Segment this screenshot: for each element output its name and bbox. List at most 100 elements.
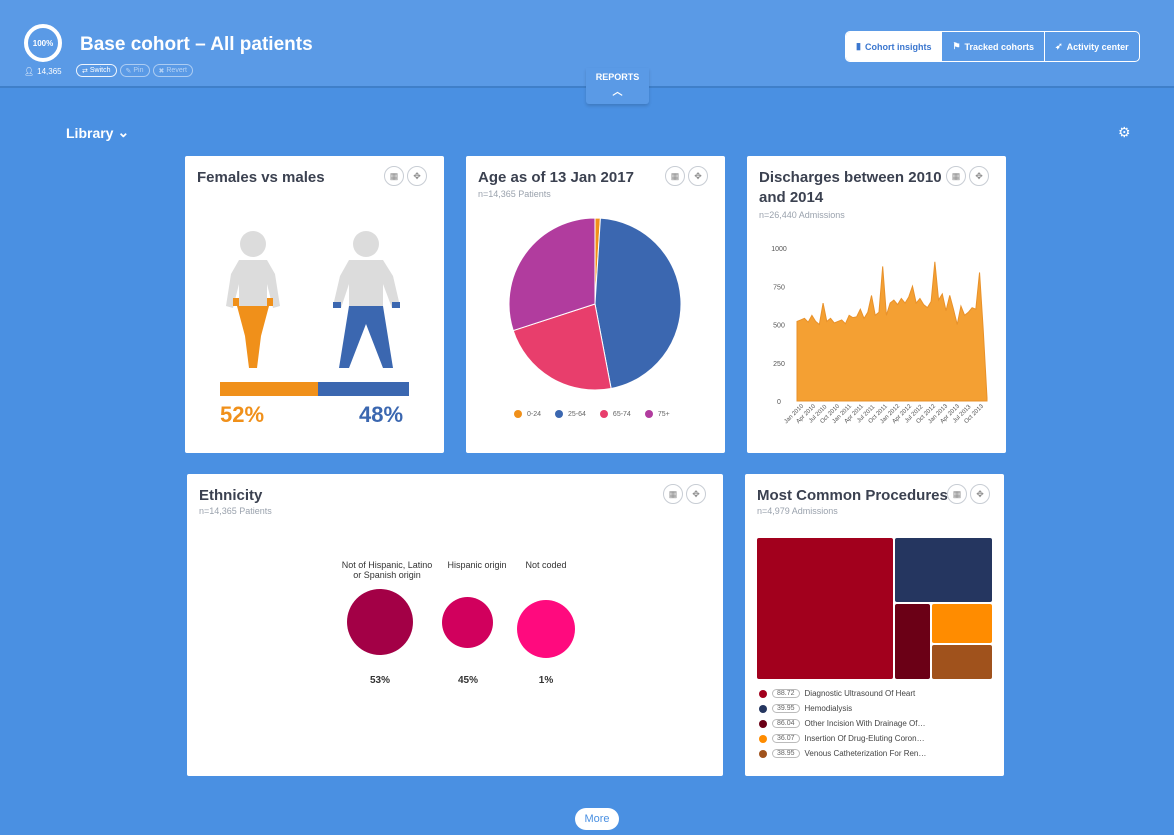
legend-dot	[514, 410, 522, 418]
card-discharges: Discharges between 2010 and 2014 n=26,44…	[747, 156, 1006, 453]
age-pie-chart	[508, 217, 682, 391]
revert-label: Revert	[166, 67, 187, 74]
y-tick-label: 0	[777, 399, 781, 406]
ethnicity-label: Not coded	[511, 560, 581, 570]
tab-activity-center[interactable]: ➶ Activity center	[1044, 32, 1139, 61]
treemap-cell[interactable]	[757, 538, 893, 679]
treemap-cell[interactable]	[932, 645, 992, 679]
ethnicity-label-line1: Hispanic origin	[447, 560, 507, 570]
legend-dot	[555, 410, 564, 418]
legend-dot	[759, 749, 767, 758]
card-procedures: Most Common Procedures n=4,979 Admission…	[745, 474, 1004, 776]
procedures-legend: 88.72 Diagnostic Ultrasound Of Heart 39.9…	[759, 686, 926, 761]
chevron-up-icon: ︿	[612, 87, 623, 98]
legend-item[interactable]: 86.04 Other Incision With Drainage Of…	[759, 716, 926, 731]
rocket-icon: ➶	[1055, 41, 1063, 51]
card-actions: ▦ ✥	[663, 484, 706, 504]
ethnicity-label-line1: Not coded	[525, 560, 567, 570]
legend-item[interactable]: 88.72 Diagnostic Ultrasound Of Heart	[759, 686, 926, 701]
legend-item[interactable]: 65-74	[599, 410, 631, 418]
patient-count: 👤︎ 14,365	[24, 67, 62, 76]
legend-item[interactable]: 39.95 Hemodialysis	[759, 701, 926, 716]
legend-item[interactable]: 25-64	[555, 410, 586, 418]
reports-label: REPORTS	[595, 72, 640, 82]
procedure-name: Insertion Of Drug-Eluting Coron…	[804, 734, 925, 743]
cohort-actions: ⇄ Switch ✎ Pin ✖ Revert	[76, 64, 193, 77]
chevron-down-icon: ⌄	[117, 124, 130, 140]
female-percent: 52%	[220, 402, 265, 427]
cohort-coverage-ring: 100%	[24, 24, 62, 62]
gears-icon[interactable]: ⚙	[1118, 124, 1131, 141]
procedure-code: 36.07	[772, 734, 800, 743]
card-age: Age as of 13 Jan 2017 n=14,365 Patients …	[466, 156, 725, 453]
procedure-code: 39.95	[772, 704, 800, 713]
library-label: Library	[66, 124, 114, 141]
card-title: Ethnicity	[199, 487, 263, 504]
revert-button[interactable]: ✖ Revert	[152, 64, 193, 77]
bar-chart-icon: ▮	[856, 41, 861, 51]
card-females-vs-males: Females vs males ▦ ✥ 52% 48%	[185, 156, 444, 453]
legend-item[interactable]: 36.07 Insertion Of Drug-Eluting Coron…	[759, 731, 926, 746]
ethnicity-bubble[interactable]	[517, 600, 575, 658]
revert-icon: ✖	[158, 67, 165, 75]
ethnicity-label-line2: or Spanish origin	[353, 570, 421, 580]
procedure-name: Hemodialysis	[804, 704, 853, 713]
more-button[interactable]: More	[575, 808, 619, 830]
person-icon: 👤︎	[24, 67, 35, 76]
ethnicity-bubble[interactable]	[442, 597, 493, 648]
tab-tracked-cohorts-label: Tracked cohorts	[964, 41, 1035, 52]
pin-button[interactable]: ✎ Pin	[119, 64, 150, 77]
switch-icon: ⇄	[82, 67, 88, 75]
procedure-code: 38.95	[772, 749, 800, 758]
treemap-cell[interactable]	[895, 604, 930, 679]
legend-dot	[759, 704, 767, 713]
male-figure	[333, 231, 400, 368]
ethnicity-label: Hispanic origin	[437, 560, 517, 570]
ethnicity-percent: 53%	[369, 675, 390, 686]
top-nav: ▮ Cohort insights ⚑ Tracked cohorts ➶ Activ…	[845, 31, 1140, 62]
female-figure	[226, 231, 280, 368]
female-share-bar	[220, 382, 318, 396]
switch-label: Switch	[89, 67, 111, 74]
legend-label: 65-74	[612, 410, 631, 418]
male-percent: 48%	[359, 402, 404, 427]
legend-dot	[599, 410, 608, 418]
switch-button[interactable]: ⇄ Switch	[76, 64, 117, 77]
tab-activity-center-label: Activity center	[1066, 41, 1129, 52]
ethnicity-bubble[interactable]	[347, 589, 413, 655]
legend-item[interactable]: 0-24	[514, 410, 541, 418]
card-subtitle: n=14,365 Patients	[199, 506, 272, 516]
move-icon[interactable]: ✥	[686, 484, 706, 504]
tab-cohort-insights[interactable]: ▮ Cohort insights	[846, 32, 942, 61]
legend-item[interactable]: 75+	[644, 410, 670, 418]
tab-tracked-cohorts[interactable]: ⚑ Tracked cohorts	[941, 32, 1044, 61]
ethnicity-percent: 45%	[457, 675, 478, 686]
pin-label: Pin	[133, 67, 144, 74]
procedure-name: Diagnostic Ultrasound Of Heart	[804, 689, 916, 698]
legend-dot	[759, 734, 767, 743]
area-series	[796, 261, 988, 402]
pie-slice[interactable]	[594, 217, 682, 390]
legend-item[interactable]: 38.95 Venous Catheterization For Ren…	[759, 746, 926, 761]
treemap-cell[interactable]	[932, 604, 992, 643]
pin-icon: ✎	[125, 67, 132, 75]
age-legend: 0-24 25-64 65-74 75+	[514, 410, 670, 418]
male-share-bar	[318, 382, 409, 396]
ethnicity-label-line1: Not of Hispanic, Latino	[341, 560, 433, 570]
legend-dot	[644, 410, 653, 418]
legend-dot	[759, 689, 767, 698]
patient-count-value: 14,365	[37, 67, 62, 76]
flag-icon: ⚑	[952, 41, 961, 51]
tab-cohort-insights-label: Cohort insights	[864, 41, 932, 52]
y-tick-label: 750	[773, 284, 785, 291]
y-tick-label: 1000	[771, 246, 787, 253]
ethnicity-label: Not of Hispanic, Latino or Spanish origi…	[327, 560, 447, 580]
discharges-area-chart: 02505007501000Jan 2010Apr 2010Jul 2010Oc…	[771, 246, 988, 425]
reports-toggle[interactable]: REPORTS ︿	[586, 68, 649, 104]
library-dropdown[interactable]: Library ⌄	[66, 124, 129, 141]
legend-label: 25-64	[568, 410, 586, 418]
treemap-cell[interactable]	[895, 538, 992, 602]
procedure-code: 86.04	[772, 719, 800, 728]
table-view-icon[interactable]: ▦	[663, 484, 683, 504]
cohort-title: Base cohort – All patients	[80, 34, 313, 55]
